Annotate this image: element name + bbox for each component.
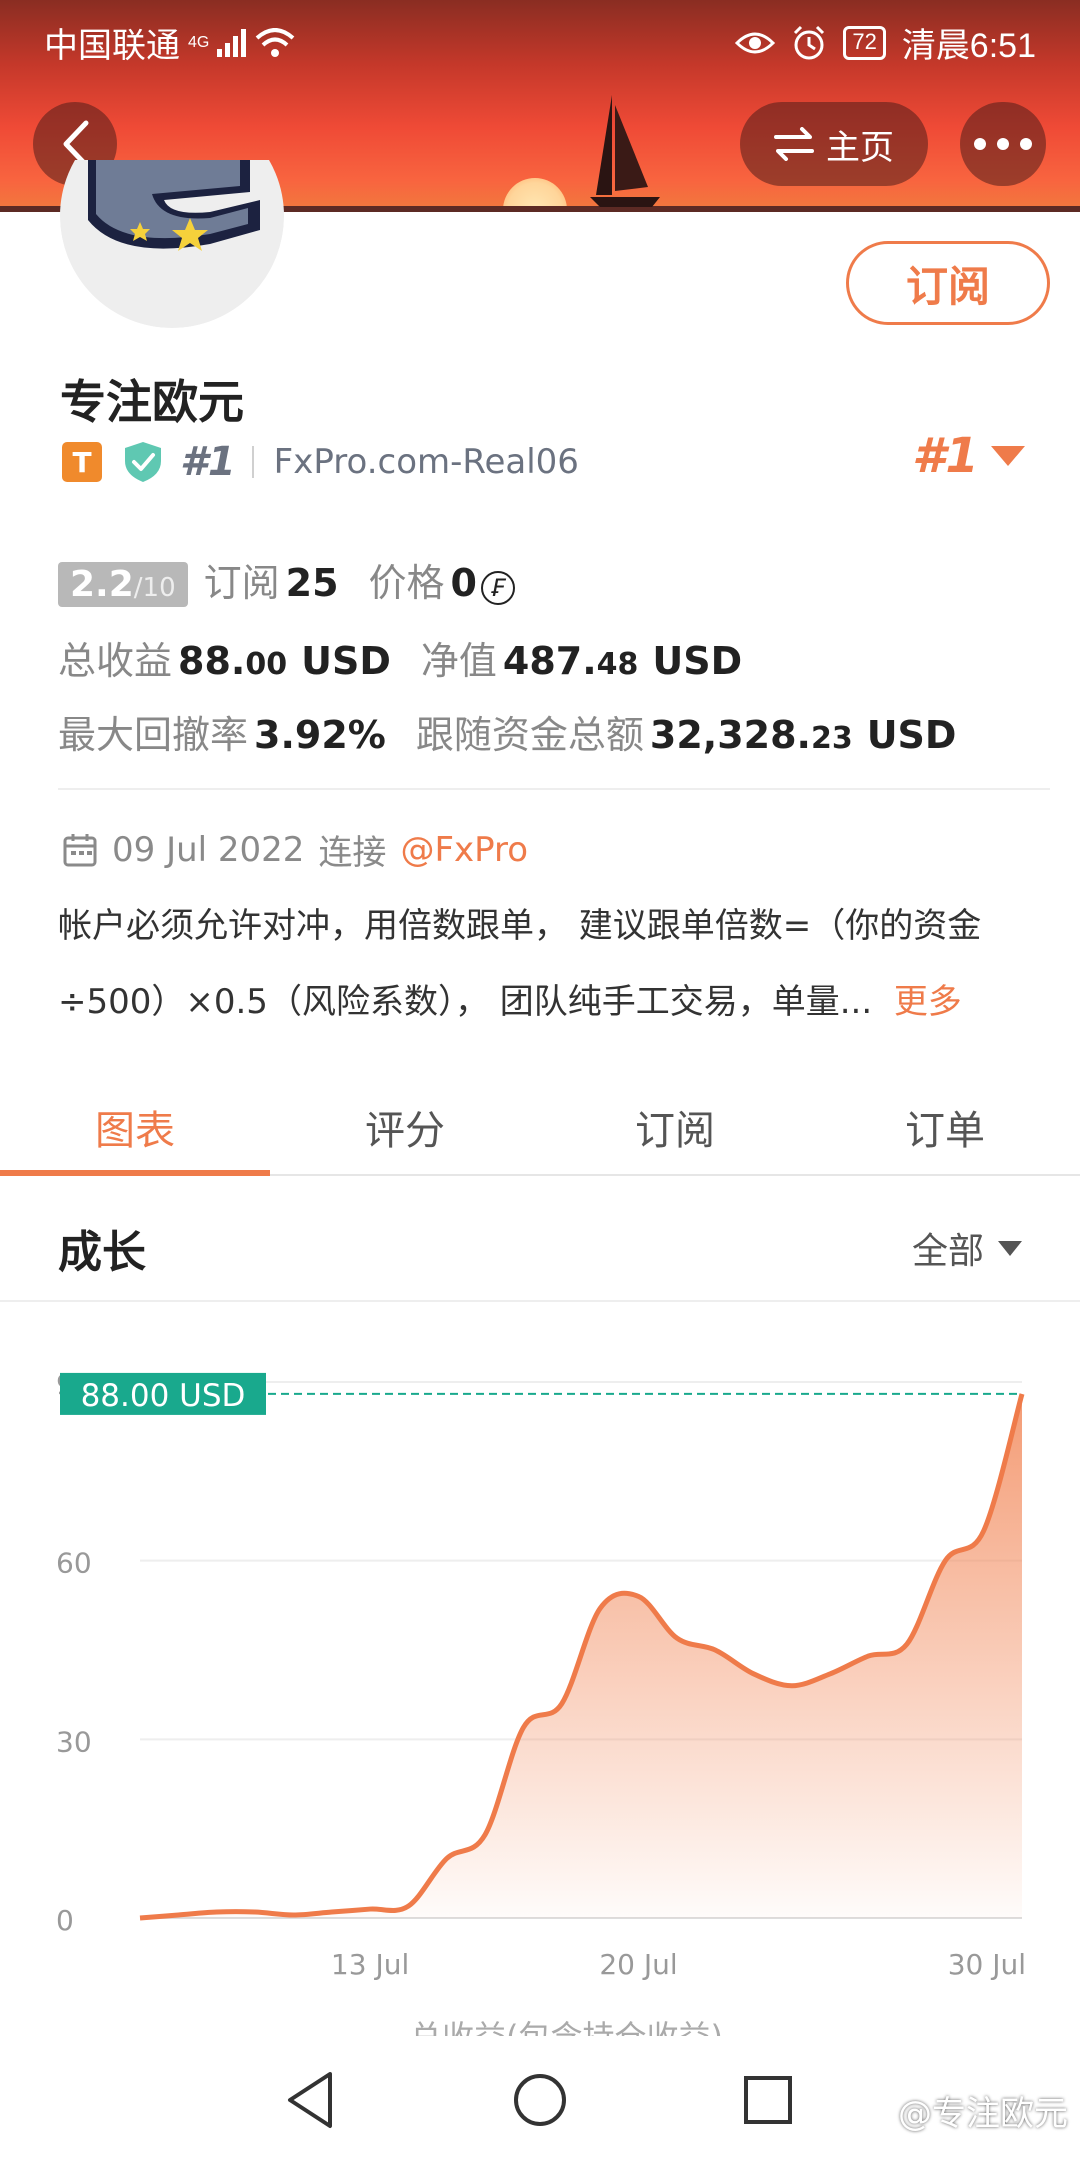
stats-row-1: 2.2/10 订阅 25 价格 0 ₣ <box>58 552 515 607</box>
follow-funds-unit: USD <box>866 713 957 757</box>
rating-badge: 2.2/10 <box>58 562 188 607</box>
calendar-icon <box>63 833 97 866</box>
chart-caption: 总收益(包含持仓收益) <box>410 2012 723 2036</box>
rating-max: /10 <box>133 573 176 603</box>
battery-indicator: 72 <box>843 25 886 60</box>
current-value-label: 88.00 USD <box>81 1378 246 1414</box>
follow-funds-label: 跟随资金总额 <box>415 713 644 757</box>
dropdown-icon <box>998 1240 1022 1256</box>
section-title: 成长 <box>58 1227 146 1278</box>
drawdown-value: 3.92% <box>254 713 386 757</box>
avatar[interactable] <box>60 160 284 328</box>
stats-row-2: 总收益 88.00 USD 净值 487.48 USD <box>58 630 742 685</box>
back-nav-icon[interactable] <box>280 2068 344 2132</box>
more-link[interactable]: 更多 <box>894 982 962 1022</box>
server-name: FxPro.com-Real06 <box>273 442 579 482</box>
rank-big-label: #1 <box>912 428 979 484</box>
x-tick-label: 13 Jul <box>331 1948 409 1981</box>
growth-chart-svg: 030609013 Jul20 Jul30 Jul88.00 USD <box>56 1368 1026 1981</box>
total-profit-value: 88.00 <box>178 639 288 683</box>
signal-icon <box>217 28 247 57</box>
x-tick-label: 20 Jul <box>599 1948 677 1981</box>
profile-name: 专注欧元 <box>60 375 244 429</box>
follow-funds-value: 32,328.23 <box>649 713 853 757</box>
drawdown-label: 最大回撤率 <box>58 713 249 757</box>
sailboat-icon <box>590 95 660 207</box>
meta-row: 09 Jul 2022 连接 @FxPro <box>62 825 528 874</box>
description-line-2: ÷500）×0.5（风险系数）， 团队纯手工交易，单量... 更多 <box>58 982 962 1022</box>
total-profit-unit: USD <box>301 639 391 683</box>
tab-chart[interactable]: 图表 <box>0 1080 270 1176</box>
coin-icon: ₣ <box>481 571 515 605</box>
divider <box>58 788 1050 790</box>
badge-row: T #1 FxPro.com-Real06 <box>62 439 579 485</box>
stats-row-3: 最大回撤率 3.92% 跟随资金总额 32,328.23 USD <box>58 704 956 759</box>
description-line-1: 帐户必须允许对冲，用倍数跟单， 建议跟单倍数=（你的资金 <box>58 906 982 946</box>
status-bar: 中国联通 4G 72 清晨6:51 <box>0 0 1080 76</box>
growth-chart: 030609013 Jul20 Jul30 Jul88.00 USD <box>0 1310 1080 2040</box>
equity-label: 净值 <box>420 639 497 683</box>
subs-label: 订阅 <box>203 561 280 605</box>
rank-small: #1 <box>180 439 236 485</box>
swap-icon <box>774 127 814 161</box>
chart-section-header: 成长 全部 <box>0 1178 1080 1302</box>
tab-ratings[interactable]: 评分 <box>270 1080 540 1174</box>
recents-nav-icon[interactable] <box>736 2068 800 2132</box>
connect-label: 连接 <box>318 833 387 873</box>
home-label: 主页 <box>826 127 894 168</box>
range-filter-label: 全部 <box>911 1231 984 1272</box>
eye-icon <box>735 32 776 53</box>
start-date: 09 Jul 2022 <box>112 829 305 870</box>
tab-subscriptions[interactable]: 订阅 <box>540 1080 810 1174</box>
tab-orders[interactable]: 订单 <box>810 1080 1080 1174</box>
range-filter[interactable]: 全部 <box>912 1222 1022 1274</box>
carrier-label: 中国联通 <box>44 27 180 65</box>
equity-unit: USD <box>652 639 743 683</box>
home-button[interactable]: 主页 <box>740 102 928 186</box>
alarm-icon <box>794 25 825 59</box>
tab-bar: 图表 评分 订阅 订单 <box>0 1080 1080 1176</box>
rank-dropdown[interactable]: #1 <box>912 428 1025 484</box>
clock-label: 清晨6:51 <box>901 27 1036 65</box>
broker-link[interactable]: @FxPro <box>400 830 528 870</box>
y-tick-label: 60 <box>56 1547 92 1580</box>
euro-logo-icon <box>88 160 260 251</box>
home-nav-icon[interactable] <box>508 2068 572 2132</box>
subscribe-button[interactable]: 订阅 <box>846 241 1050 325</box>
wifi-icon <box>256 27 295 57</box>
rating-value: 2.2 <box>70 564 134 605</box>
system-navbar: @专注欧元 <box>0 2040 1080 2160</box>
total-profit-label: 总收益 <box>58 639 173 683</box>
price-label: 价格 <box>368 561 445 605</box>
y-tick-label: 30 <box>56 1725 92 1758</box>
more-icon <box>974 138 1032 150</box>
network-label: 4G <box>188 33 210 51</box>
subs-value: 25 <box>285 561 339 605</box>
x-tick-label: 30 Jul <box>948 1948 1026 1981</box>
equity-value: 487.48 <box>502 639 639 683</box>
price-value: 0 <box>450 561 477 605</box>
separator <box>251 446 254 478</box>
verified-shield-icon <box>125 442 161 482</box>
watermark: @专注欧元 <box>898 2094 1068 2134</box>
trader-badge: T <box>62 442 102 482</box>
chevron-down-icon <box>990 446 1025 466</box>
more-button[interactable] <box>960 102 1046 186</box>
y-tick-label: 0 <box>56 1904 74 1937</box>
